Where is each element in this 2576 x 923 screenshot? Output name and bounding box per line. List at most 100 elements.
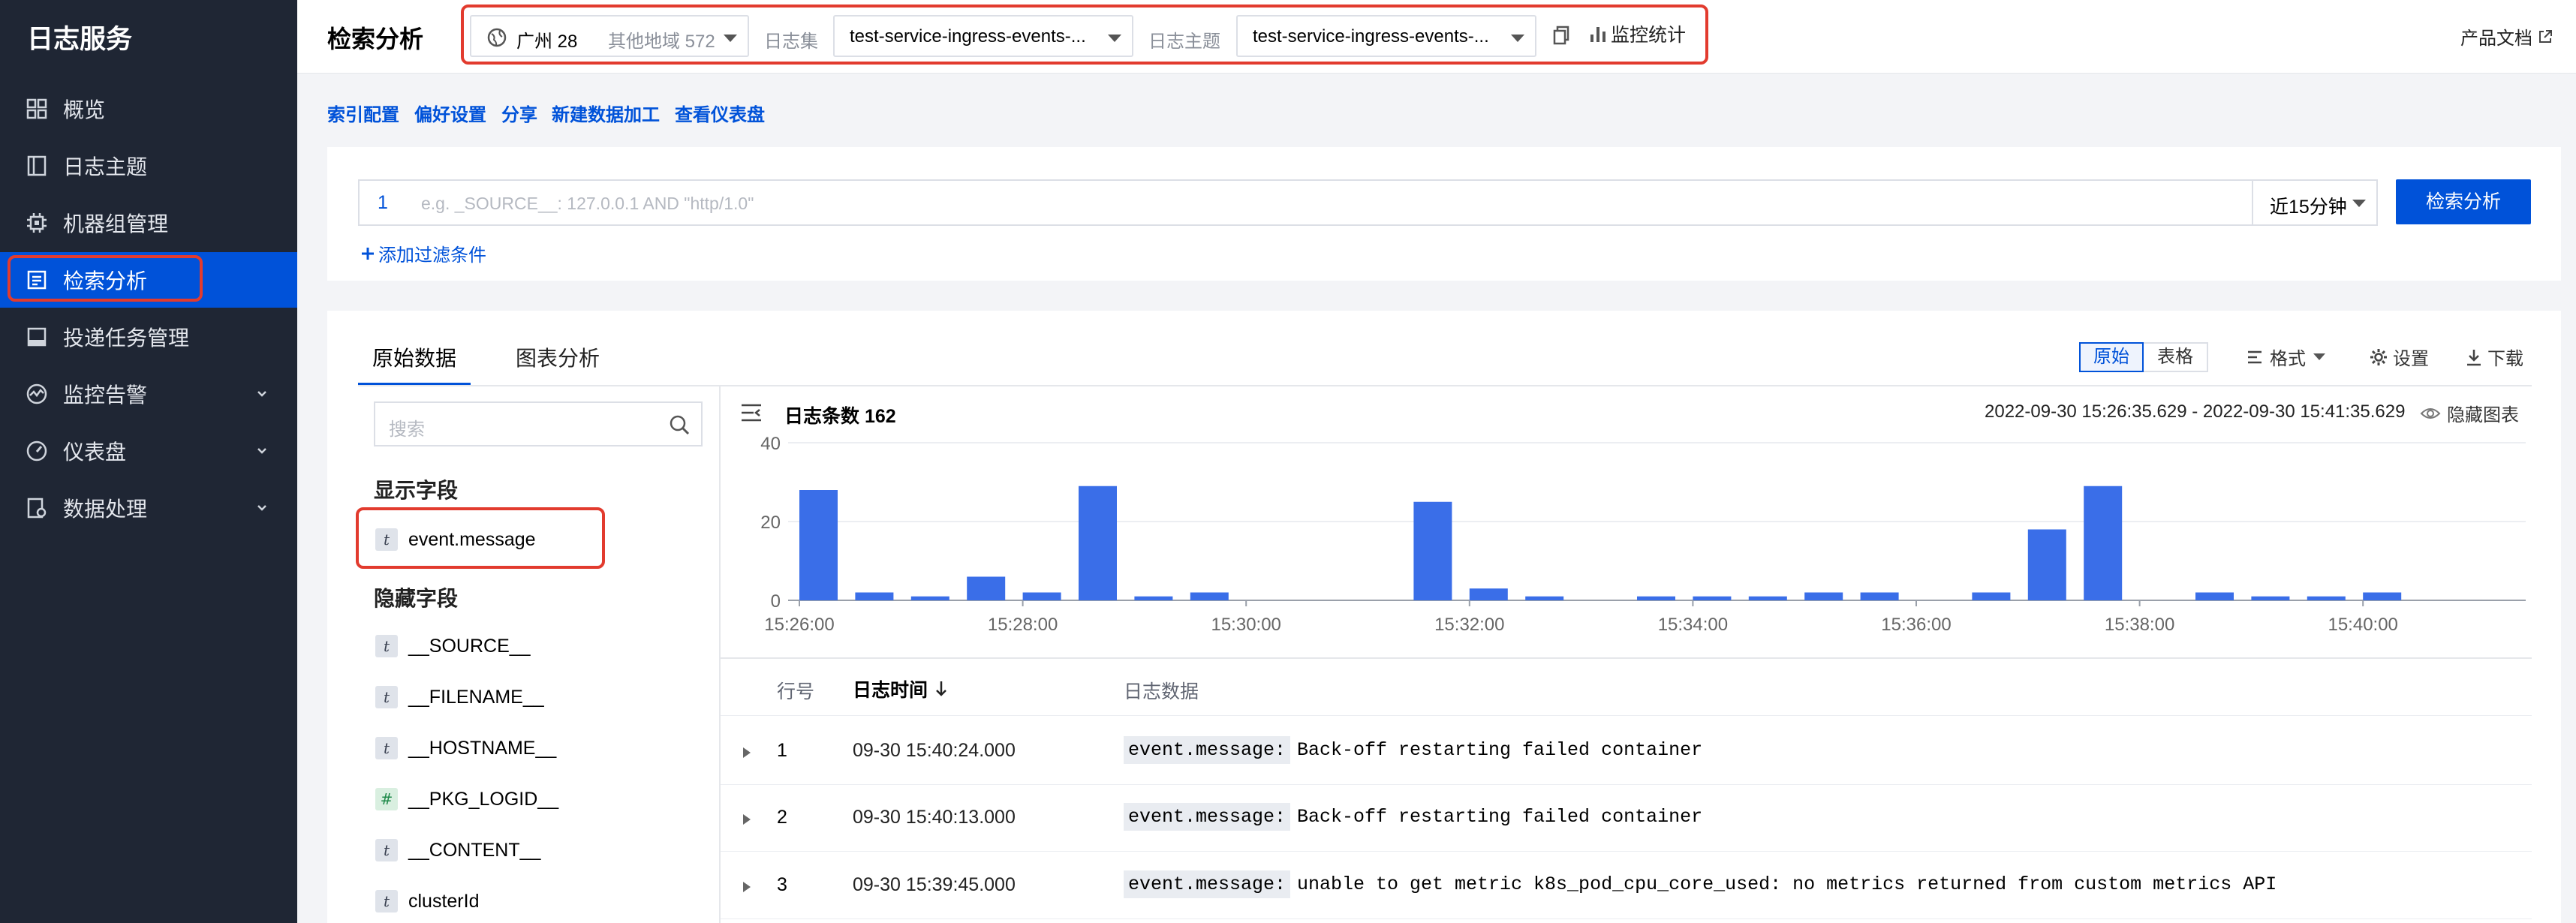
view-raw-toggle[interactable]: 原始 xyxy=(2079,342,2144,372)
histogram-time-range: 2022-09-30 15:26:35.629 - 2022-09-30 15:… xyxy=(1985,401,2406,422)
product-docs-link[interactable]: 产品文档 xyxy=(2460,23,2553,50)
sidebar-item-label: 机器组管理 xyxy=(63,212,169,236)
table-header: 行号 日志时间 日志数据 xyxy=(721,659,2532,716)
format-menu[interactable]: 格式 xyxy=(2246,344,2325,370)
row-field-key: event.message: xyxy=(1124,870,1291,898)
chevron-down-icon xyxy=(257,448,266,454)
number-type-icon: # xyxy=(375,788,398,810)
download-icon xyxy=(2467,349,2481,365)
chevron-down-icon xyxy=(257,391,266,397)
logset-value: test-service-ingress-events-... xyxy=(850,26,1086,47)
gear-icon xyxy=(2370,348,2387,365)
field-item-pkg-logid[interactable]: # __PKG_LOGID__ xyxy=(358,781,583,817)
histogram-bar xyxy=(2307,596,2346,600)
format-icon xyxy=(2248,350,2262,363)
tab-chart-analysis[interactable]: 图表分析 xyxy=(516,342,600,372)
histogram-bar xyxy=(855,592,894,600)
query-placeholder: e.g. _SOURCE__: 127.0.0.1 AND "http/1.0" xyxy=(421,194,754,213)
time-range-value: 近15分钟 xyxy=(2270,197,2347,218)
histogram-bar xyxy=(2027,529,2066,600)
settings-label: 设置 xyxy=(2393,349,2429,369)
field-item-filename[interactable]: t __FILENAME__ xyxy=(358,679,583,715)
index-config-link[interactable]: 索引配置 xyxy=(327,100,399,126)
time-range-select[interactable]: 近15分钟 xyxy=(2252,179,2378,226)
histogram-bar xyxy=(2084,486,2123,600)
eye-icon xyxy=(2420,407,2441,419)
gauge-icon xyxy=(26,440,47,462)
row-time: 09-30 15:39:45.000 xyxy=(853,874,1016,895)
external-link-icon xyxy=(2539,29,2552,43)
expand-row-icon[interactable] xyxy=(743,814,751,825)
logset-label: 日志集 xyxy=(764,32,818,52)
field-item-content[interactable]: t __CONTENT__ xyxy=(358,832,583,868)
region-others: 其他地域 572 xyxy=(608,32,715,52)
text-type-icon: t xyxy=(375,528,398,551)
field-item-clusterid[interactable]: t clusterId xyxy=(358,883,583,919)
preferences-link[interactable]: 偏好设置 xyxy=(414,100,486,126)
sidebar-item-dashboard[interactable]: 仪表盘 xyxy=(0,423,297,479)
topic-value: test-service-ingress-events-... xyxy=(1253,26,1489,47)
sidebar-item-label: 日志主题 xyxy=(63,155,148,179)
sort-desc-icon xyxy=(936,681,946,696)
region-select[interactable]: 广州 28 其他地域 572 xyxy=(470,15,749,57)
view-table-toggle[interactable]: 表格 xyxy=(2144,342,2208,372)
histogram-bar xyxy=(2251,596,2290,600)
row-field-key: event.message: xyxy=(1124,736,1291,764)
hide-chart-button[interactable]: 隐藏图表 xyxy=(2420,400,2519,426)
field-item-hostname[interactable]: t __HOSTNAME__ xyxy=(358,730,583,766)
caret-down-icon xyxy=(2313,353,2325,360)
sidebar-item-label: 概览 xyxy=(63,98,106,122)
histogram-bar xyxy=(1637,596,1675,600)
download-button[interactable]: 下载 xyxy=(2465,344,2523,370)
field-item-event-message[interactable]: t event.message xyxy=(358,522,583,558)
text-type-icon: t xyxy=(375,839,398,861)
logset-select[interactable]: test-service-ingress-events-... xyxy=(833,15,1133,57)
sidebar-item-machine-groups[interactable]: 机器组管理 xyxy=(0,195,297,251)
monitor-stats-button[interactable]: 监控统计 xyxy=(1588,20,1686,47)
field-name: clusterId xyxy=(408,890,480,912)
field-search-input[interactable]: 搜索 xyxy=(374,401,703,446)
col-log-time[interactable]: 日志时间 xyxy=(853,675,949,702)
col-log-data: 日志数据 xyxy=(1124,681,1199,702)
sidebar-item-data-processing[interactable]: 数据处理 xyxy=(0,480,297,536)
sidebar-item-overview[interactable]: 概览 xyxy=(0,81,297,137)
histogram-bar xyxy=(1860,592,1899,600)
bar-chart-icon xyxy=(1590,27,1605,42)
table-row[interactable]: 3 09-30 15:39:45.000 event.message: unab… xyxy=(721,853,2532,919)
field-name: __CONTENT__ xyxy=(408,839,541,861)
expand-row-icon[interactable] xyxy=(743,882,751,892)
field-item-source[interactable]: t __SOURCE__ xyxy=(358,628,583,664)
histogram-bar xyxy=(1748,596,1787,600)
query-editor[interactable]: 1 e.g. _SOURCE__: 127.0.0.1 AND "http/1.… xyxy=(358,179,2253,226)
dashboard-grid-icon xyxy=(26,98,47,119)
expand-row-icon[interactable] xyxy=(743,747,751,758)
x-tick-label: 15:34:00 xyxy=(1658,615,1728,635)
tab-raw-data[interactable]: 原始数据 xyxy=(372,342,456,372)
topic-icon xyxy=(27,155,47,176)
shown-fields-title: 显示字段 xyxy=(374,479,459,502)
row-number: 3 xyxy=(777,874,787,895)
sidebar-item-search-analysis[interactable]: 检索分析 xyxy=(0,252,297,308)
settings-button[interactable]: 设置 xyxy=(2369,344,2429,370)
share-link[interactable]: 分享 xyxy=(501,100,537,126)
new-data-process-link[interactable]: 新建数据加工 xyxy=(552,100,660,126)
sidebar-item-label: 检索分析 xyxy=(63,269,148,293)
x-tick-label: 15:40:00 xyxy=(2328,615,2397,635)
sidebar-item-delivery[interactable]: 投递任务管理 xyxy=(0,309,297,365)
table-row[interactable]: 2 09-30 15:40:13.000 event.message: Back… xyxy=(721,786,2532,852)
search-icon[interactable] xyxy=(668,413,691,436)
copy-icon[interactable] xyxy=(1552,25,1572,46)
sidebar-item-label: 数据处理 xyxy=(63,498,148,521)
delivery-icon xyxy=(27,327,47,347)
view-dashboard-link[interactable]: 查看仪表盘 xyxy=(675,100,765,126)
sidebar-item-topics[interactable]: 日志主题 xyxy=(0,138,297,194)
row-time: 09-30 15:40:13.000 xyxy=(853,807,1016,828)
search-analyze-button[interactable]: 检索分析 xyxy=(2396,179,2531,224)
topic-select[interactable]: test-service-ingress-events-... xyxy=(1236,15,1536,57)
table-row[interactable]: 1 09-30 15:40:24.000 event.message: Back… xyxy=(721,719,2532,785)
data-process-icon xyxy=(27,498,47,519)
app-title: 日志服务 xyxy=(27,25,133,54)
sidebar-item-monitor-alert[interactable]: 监控告警 xyxy=(0,366,297,422)
collapse-panel-icon[interactable] xyxy=(740,402,763,423)
add-filter-link[interactable]: 添加过滤条件 xyxy=(360,240,486,266)
